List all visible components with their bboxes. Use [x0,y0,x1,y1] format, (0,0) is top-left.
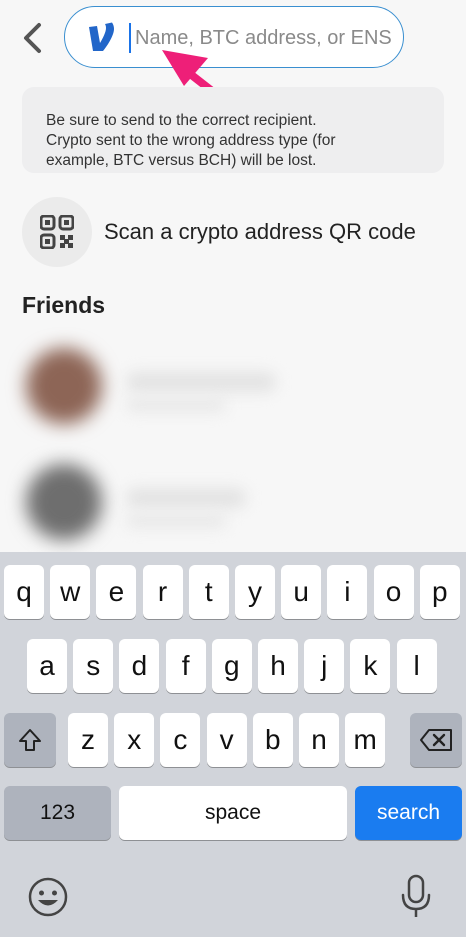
numbers-key[interactable]: 123 [4,786,111,840]
key-l[interactable]: l [396,639,437,693]
key-y[interactable]: y [235,565,275,619]
qr-icon-container [22,197,92,267]
avatar [26,348,102,424]
key-q[interactable]: q [4,565,44,619]
key-g[interactable]: g [211,639,252,693]
qr-code-icon [40,215,74,249]
notice-line: Crypto sent to the wrong address type (f… [46,132,336,149]
scan-label: Scan a crypto address QR code [104,219,416,244]
microphone-icon[interactable] [398,873,434,921]
top-bar [0,0,466,80]
key-f[interactable]: f [165,639,206,693]
delete-key[interactable] [410,713,462,767]
friend-list-item[interactable] [22,340,302,430]
friend-username-blurred [126,398,226,412]
warning-notice: Be sure to send to the correct recipient… [22,87,444,173]
key-s[interactable]: s [73,639,114,693]
space-key[interactable]: space [119,786,347,840]
avatar [26,464,102,540]
key-u[interactable]: u [281,565,322,619]
key-x[interactable]: x [114,713,155,767]
venmo-logo-icon [89,22,114,51]
key-p[interactable]: p [419,565,460,619]
key-m[interactable]: m [345,713,386,767]
key-w[interactable]: w [50,565,91,619]
friend-name-blurred [126,488,246,508]
notice-line: Be sure to send to the correct recipient… [46,112,317,129]
key-t[interactable]: t [188,565,229,619]
key-i[interactable]: i [327,565,368,619]
key-n[interactable]: n [299,713,339,767]
shift-icon [19,729,41,751]
key-v[interactable]: v [206,713,247,767]
key-c[interactable]: c [160,713,201,767]
key-r[interactable]: r [142,565,183,619]
friend-list-item[interactable] [22,456,302,546]
search-input[interactable] [133,19,399,57]
friend-name-blurred [126,372,276,392]
key-h[interactable]: h [258,639,298,693]
key-e[interactable]: e [96,565,137,619]
key-b[interactable]: b [252,713,293,767]
key-a[interactable]: a [27,639,67,693]
search-key[interactable]: search [355,786,462,840]
backspace-icon [420,729,452,751]
shift-key[interactable] [4,713,56,767]
chevron-left-icon [24,23,41,53]
notice-line: example, BTC versus BCH) will be lost. [46,152,317,169]
friend-username-blurred [126,514,226,528]
key-k[interactable]: k [350,639,391,693]
search-field[interactable] [64,6,404,68]
key-d[interactable]: d [119,639,160,693]
scan-qr-row[interactable]: Scan a crypto address QR code [22,196,452,268]
text-cursor [129,23,131,53]
back-button[interactable] [14,18,50,58]
key-z[interactable]: z [68,713,108,767]
key-j[interactable]: j [304,639,345,693]
friends-heading: Friends [22,292,106,318]
emoji-icon[interactable] [26,875,70,919]
key-o[interactable]: o [373,565,414,619]
